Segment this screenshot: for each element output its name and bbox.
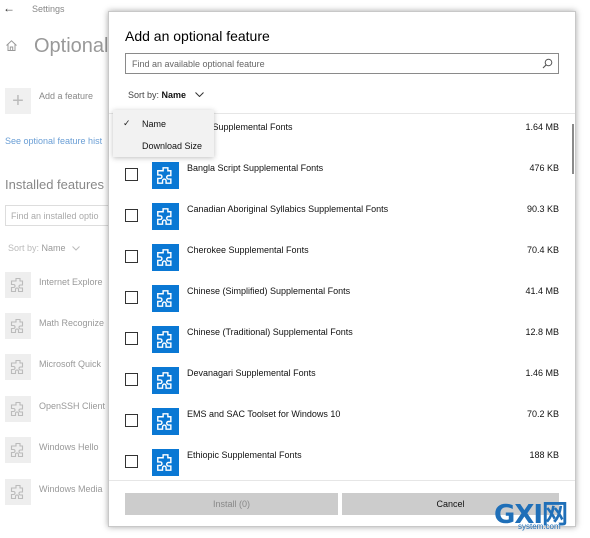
sort-prefix: Sort by: bbox=[8, 243, 40, 253]
feature-checkbox[interactable] bbox=[125, 373, 138, 386]
feature-checkbox[interactable] bbox=[125, 168, 138, 181]
feature-size: 70.4 KB bbox=[526, 245, 559, 255]
feature-row[interactable]: Chinese (Traditional) Supplemental Fonts… bbox=[109, 319, 575, 360]
installed-features-heading: Installed features bbox=[5, 177, 105, 192]
installed-item[interactable]: Internet Explore bbox=[5, 272, 115, 300]
puzzle-piece-icon bbox=[152, 244, 179, 271]
feature-row[interactable]: EMS and SAC Toolset for Windows 10 70.2 … bbox=[109, 401, 575, 442]
feature-row[interactable]: Canadian Aboriginal Syllabics Supplement… bbox=[109, 196, 575, 237]
installed-item[interactable]: Microsoft Quick bbox=[5, 354, 115, 382]
feature-size: 1.46 MB bbox=[525, 368, 559, 378]
installed-item[interactable]: Windows Media bbox=[5, 479, 115, 507]
installed-item[interactable]: Windows Hello bbox=[5, 437, 115, 465]
puzzle-piece-icon bbox=[5, 313, 31, 339]
installed-item-label: OpenSSH Client bbox=[39, 401, 106, 411]
puzzle-piece-icon bbox=[5, 354, 31, 380]
install-button[interactable]: Install (0) bbox=[125, 493, 338, 515]
feature-size: 90.3 KB bbox=[526, 204, 559, 214]
page-title: Optional bbox=[34, 35, 109, 57]
installed-item-label: Math Recognize bbox=[39, 318, 105, 328]
sort-value: Name bbox=[41, 243, 66, 253]
puzzle-piece-icon bbox=[152, 408, 179, 435]
sort-dropdown[interactable]: Sort by: Name bbox=[128, 90, 204, 100]
installed-search-input[interactable]: Find an installed optio bbox=[5, 205, 115, 226]
sort-option-label: Download Size bbox=[142, 141, 203, 151]
dialog-title: Add an optional feature bbox=[125, 28, 270, 44]
feature-size: 476 KB bbox=[529, 163, 559, 173]
feature-size: 1.64 MB bbox=[525, 122, 559, 132]
feature-row[interactable]: Devanagari Supplemental Fonts 1.46 MB bbox=[109, 360, 575, 401]
feature-name: Canadian Aboriginal Syllabics Supplement… bbox=[187, 204, 389, 214]
feature-name: EMS and SAC Toolset for Windows 10 bbox=[187, 409, 341, 419]
puzzle-piece-icon bbox=[152, 449, 179, 476]
feature-size: 188 KB bbox=[529, 450, 559, 460]
feature-checkbox[interactable] bbox=[125, 332, 138, 345]
settings-title: Settings bbox=[32, 4, 65, 14]
add-feature-plus-icon[interactable]: + bbox=[5, 88, 31, 114]
back-arrow-icon[interactable]: ← bbox=[3, 1, 15, 15]
puzzle-piece-icon bbox=[152, 203, 179, 230]
watermark-domain: system.com bbox=[518, 522, 561, 531]
search-icon[interactable] bbox=[542, 58, 553, 69]
feature-name: Cherokee Supplemental Fonts bbox=[187, 245, 309, 255]
feature-checkbox[interactable] bbox=[125, 414, 138, 427]
feature-size: 12.8 MB bbox=[525, 327, 559, 337]
list-scrollbar[interactable] bbox=[572, 124, 574, 174]
chevron-down-icon bbox=[72, 246, 80, 251]
feature-row[interactable]: Cherokee Supplemental Fonts 70.4 KB bbox=[109, 237, 575, 278]
installed-item[interactable]: OpenSSH Client bbox=[5, 396, 115, 424]
feature-row[interactable]: Chinese (Simplified) Supplemental Fonts … bbox=[109, 278, 575, 319]
puzzle-piece-icon bbox=[5, 396, 31, 422]
sort-option-name[interactable]: ✓ Name bbox=[113, 112, 214, 134]
feature-size: 70.2 KB bbox=[526, 409, 559, 419]
feature-row[interactable]: Ethiopic Supplemental Fonts 188 KB bbox=[109, 442, 575, 480]
installed-item-label: Windows Hello bbox=[39, 442, 99, 452]
home-icon[interactable] bbox=[5, 39, 18, 52]
feature-checkbox[interactable] bbox=[125, 455, 138, 468]
puzzle-piece-icon bbox=[152, 326, 179, 353]
puzzle-piece-icon bbox=[5, 272, 31, 298]
chevron-down-icon bbox=[194, 92, 204, 97]
installed-sort-control[interactable]: Sort by: Name bbox=[8, 243, 80, 253]
feature-row[interactable]: Bangla Script Supplemental Fonts 476 KB bbox=[109, 155, 575, 196]
checkmark-icon: ✓ bbox=[123, 118, 131, 128]
puzzle-piece-icon bbox=[152, 367, 179, 394]
sort-option-label: Name bbox=[142, 119, 167, 129]
sort-prefix: Sort by: bbox=[128, 90, 160, 100]
search-placeholder: Find an available optional feature bbox=[132, 59, 265, 69]
installed-item[interactable]: Math Recognize bbox=[5, 313, 115, 341]
installed-item-label: Windows Media bbox=[39, 484, 103, 494]
feature-name: Chinese (Traditional) Supplemental Fonts bbox=[187, 327, 353, 337]
watermark-logo: GXI网 system.com bbox=[494, 494, 586, 534]
feature-name: Chinese (Simplified) Supplemental Fonts bbox=[187, 286, 351, 296]
feature-size: 41.4 MB bbox=[525, 286, 559, 296]
installed-item-label: Internet Explore bbox=[39, 277, 103, 287]
feature-name: Devanagari Supplemental Fonts bbox=[187, 368, 316, 378]
feature-checkbox[interactable] bbox=[125, 250, 138, 263]
feature-name: Bangla Script Supplemental Fonts bbox=[187, 163, 324, 173]
installed-item-label: Microsoft Quick bbox=[39, 359, 102, 369]
feature-name: Ethiopic Supplemental Fonts bbox=[187, 450, 302, 460]
sort-value: Name bbox=[161, 90, 187, 100]
puzzle-piece-icon bbox=[5, 479, 31, 505]
puzzle-piece-icon bbox=[5, 437, 31, 463]
sort-menu: ✓ Name Download Size bbox=[113, 110, 214, 157]
feature-search-input[interactable]: Find an available optional feature bbox=[125, 53, 559, 74]
feature-checkbox[interactable] bbox=[125, 291, 138, 304]
sort-option-download-size[interactable]: Download Size bbox=[113, 134, 214, 156]
puzzle-piece-icon bbox=[152, 162, 179, 189]
feature-history-link[interactable]: See optional feature hist bbox=[5, 136, 102, 146]
add-optional-feature-dialog: Add an optional feature Find an availabl… bbox=[108, 11, 576, 527]
puzzle-piece-icon bbox=[152, 285, 179, 312]
feature-checkbox[interactable] bbox=[125, 209, 138, 222]
feature-list: Script Supplemental Fonts 1.64 MB Bangla… bbox=[109, 114, 575, 480]
add-feature-label[interactable]: Add a feature bbox=[39, 91, 93, 101]
